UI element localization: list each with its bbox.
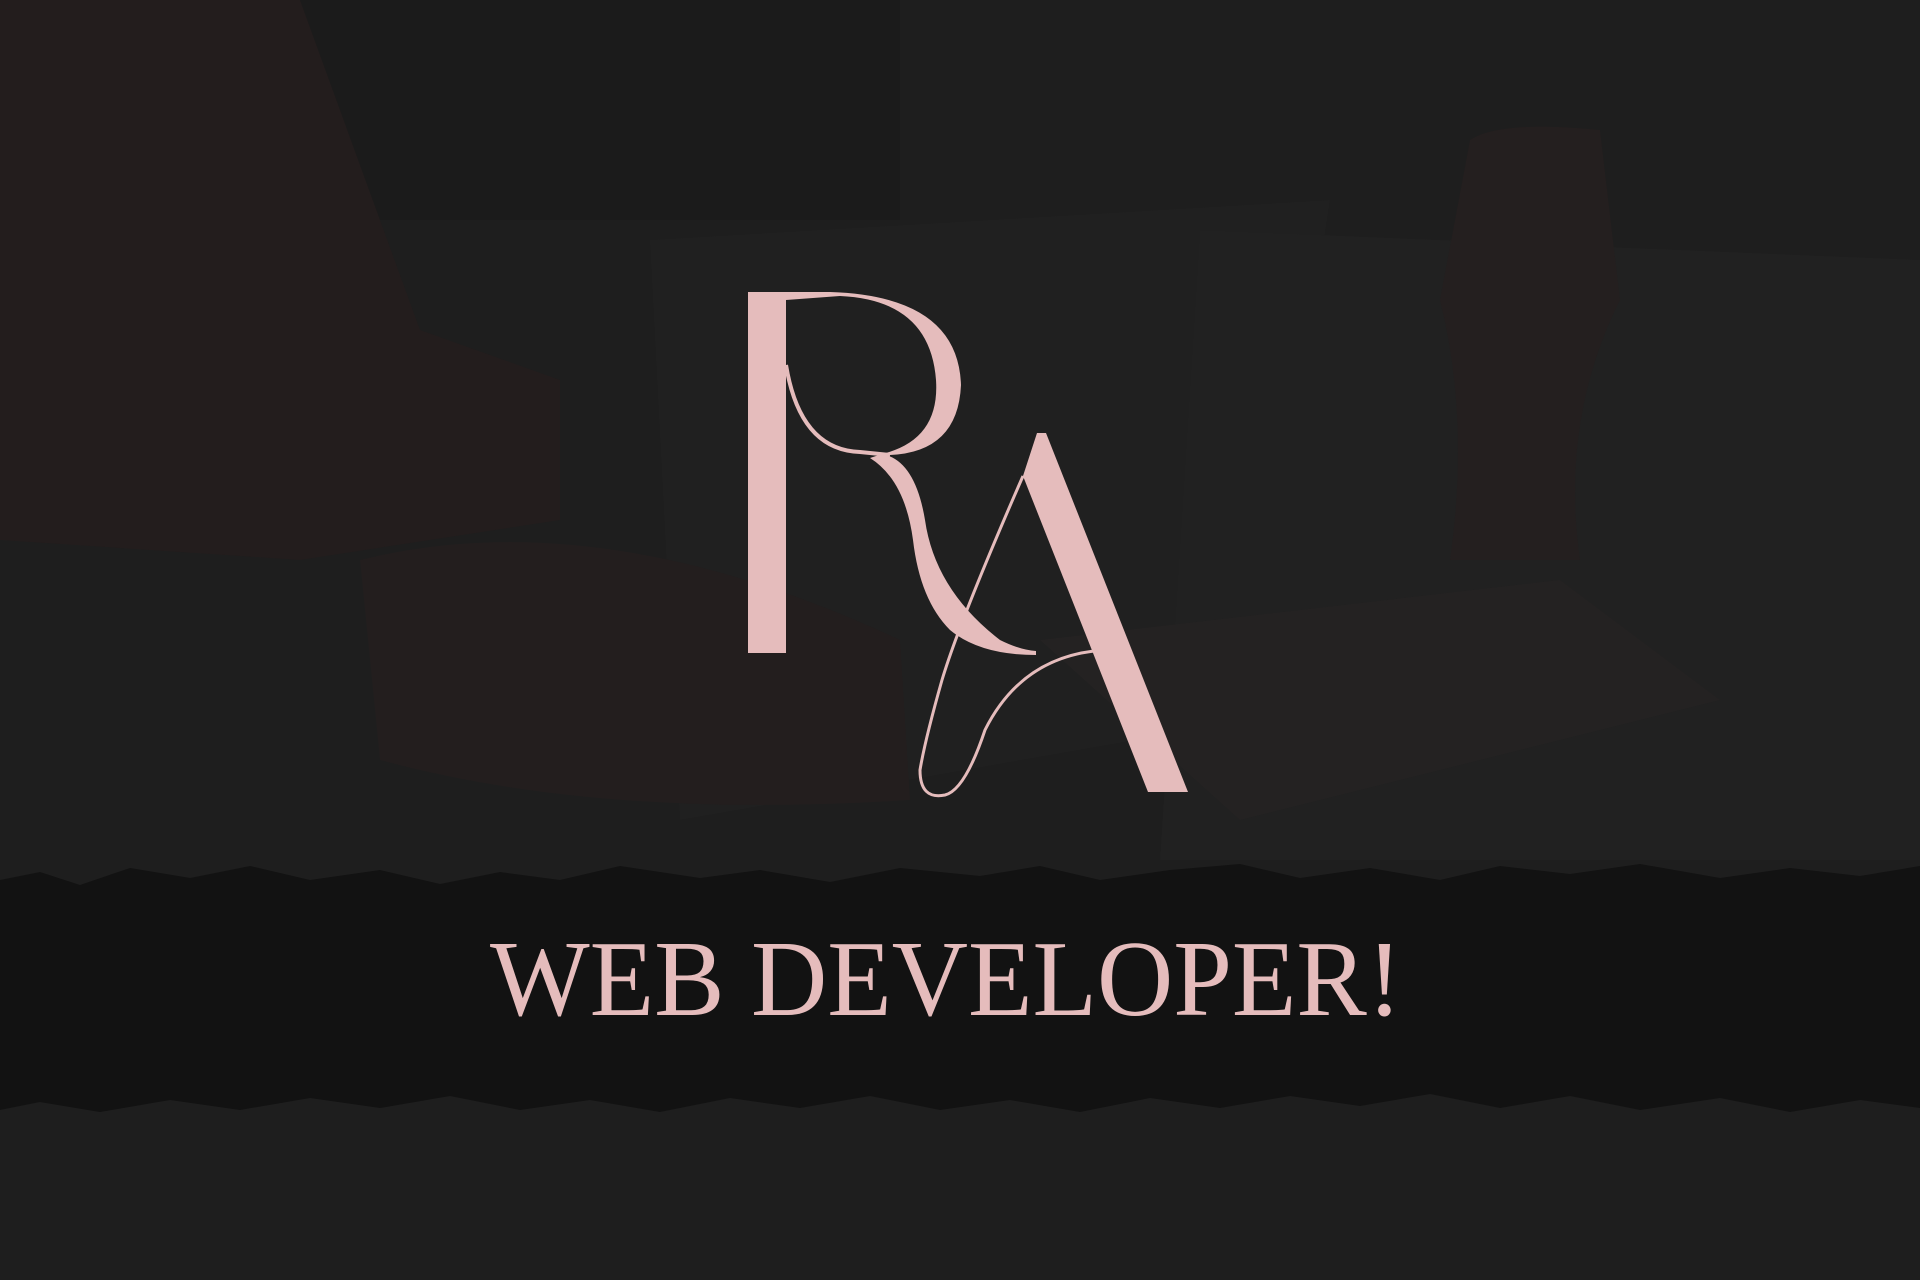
r-stem [748, 292, 786, 653]
banner: WEB DEVELOPER! [0, 0, 1920, 1280]
tagline-text: WEB DEVELOPER! [490, 920, 1402, 1039]
